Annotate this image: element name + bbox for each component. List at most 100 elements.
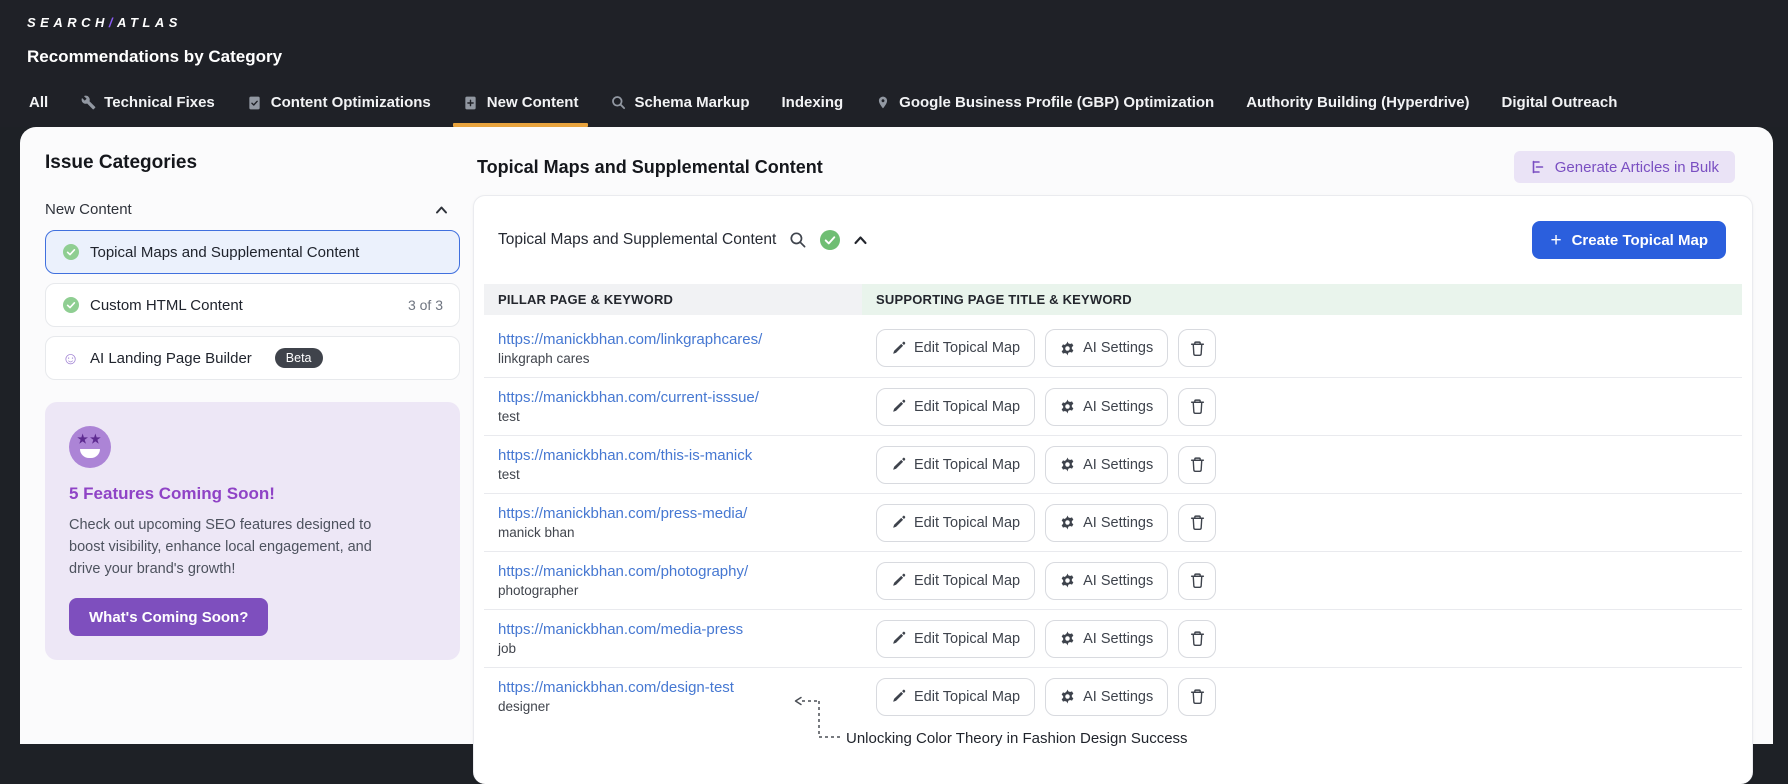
trash-icon <box>1189 514 1206 531</box>
pencil-icon <box>891 631 906 646</box>
sidebar-title: Issue Categories <box>45 152 460 174</box>
content-panel: Issue Categories New Content Topical Map… <box>20 127 1773 744</box>
location-pin-icon <box>875 95 891 111</box>
edit-topical-map-button[interactable]: Edit Topical Map <box>876 388 1035 426</box>
whats-coming-soon-button[interactable]: What's Coming Soon? <box>69 598 268 636</box>
list-tree-icon <box>1530 159 1546 175</box>
sidebar-items: Topical Maps and Supplemental Content Cu… <box>45 230 460 380</box>
table-row: https://manickbhan.com/photography/ phot… <box>484 551 1742 609</box>
sidebar-item-ai-landing-page-builder[interactable]: ☺ AI Landing Page Builder Beta <box>45 336 460 380</box>
tab-all[interactable]: All <box>27 94 50 127</box>
sidebar-item-topical-maps-and-supplemental-content[interactable]: Topical Maps and Supplemental Content <box>45 230 460 274</box>
table-row: https://manickbhan.com/linkgraphcares/ l… <box>484 319 1742 377</box>
pillar-page-link[interactable]: https://manickbhan.com/this-is-manick <box>498 447 862 464</box>
delete-button[interactable] <box>1178 504 1216 542</box>
pillar-page-link[interactable]: https://manickbhan.com/photography/ <box>498 563 862 580</box>
delete-button[interactable] <box>1178 446 1216 484</box>
pencil-icon <box>891 341 906 356</box>
ai-settings-button[interactable]: AI Settings <box>1045 388 1168 426</box>
chevron-up-icon[interactable] <box>435 204 448 216</box>
column-header-pillar: PILLAR PAGE & KEYWORD <box>484 284 862 315</box>
pencil-icon <box>891 573 906 588</box>
ai-settings-button[interactable]: AI Settings <box>1045 620 1168 658</box>
tab-technical-fixes[interactable]: Technical Fixes <box>78 94 217 127</box>
check-circle-badge <box>820 230 840 250</box>
top-bar: SEARCH/ATLAS Recommendations by Category… <box>0 0 1788 127</box>
star-eyes-smiley-icon: ★★ <box>69 426 111 468</box>
tab-authority-building-hyperdrive[interactable]: Authority Building (Hyperdrive) <box>1244 94 1471 127</box>
pillar-page-link[interactable]: https://manickbhan.com/current-isssue/ <box>498 389 862 406</box>
gear-icon <box>1060 573 1075 588</box>
pillar-page-link[interactable]: https://manickbhan.com/press-media/ <box>498 505 862 522</box>
supporting-page-annotation: Unlocking Color Theory in Fashion Design… <box>484 725 1742 771</box>
trash-icon <box>1189 398 1206 415</box>
trash-icon <box>1189 456 1206 473</box>
pillar-page-link[interactable]: https://manickbhan.com/linkgraphcares/ <box>498 331 862 348</box>
table-row: https://manickbhan.com/media-press job E… <box>484 609 1742 667</box>
check-circle-icon <box>62 244 79 261</box>
edit-topical-map-button[interactable]: Edit Topical Map <box>876 446 1035 484</box>
edit-topical-map-button[interactable]: Edit Topical Map <box>876 504 1035 542</box>
coming-soon-promo-card: ★★ 5 Features Coming Soon! Check out upc… <box>45 402 460 660</box>
issue-categories-sidebar: Issue Categories New Content Topical Map… <box>45 152 460 660</box>
topical-maps-card: Topical Maps and Supplemental Content + … <box>473 195 1753 784</box>
section-title: Topical Maps and Supplemental Content <box>477 157 823 178</box>
column-header-supporting: SUPPORTING PAGE TITLE & KEYWORD <box>862 284 1742 315</box>
tab-schema-markup[interactable]: Schema Markup <box>608 94 751 127</box>
delete-button[interactable] <box>1178 562 1216 600</box>
pencil-icon <box>891 457 906 472</box>
search-icon[interactable] <box>789 231 807 249</box>
page-title: Recommendations by Category <box>27 47 282 67</box>
table-row: https://manickbhan.com/current-isssue/ t… <box>484 377 1742 435</box>
create-topical-map-button[interactable]: + Create Topical Map <box>1532 221 1726 259</box>
gear-icon <box>1060 457 1075 472</box>
pillar-keyword: test <box>498 467 862 482</box>
ai-settings-button[interactable]: AI Settings <box>1045 562 1168 600</box>
edit-topical-map-button[interactable]: Edit Topical Map <box>876 620 1035 658</box>
tab-new-content[interactable]: New Content <box>461 94 581 127</box>
tab-google-business-profile-gbp-optimization[interactable]: Google Business Profile (GBP) Optimizati… <box>873 94 1216 127</box>
edit-topical-map-button[interactable]: Edit Topical Map <box>876 329 1035 367</box>
table-row: https://manickbhan.com/this-is-manick te… <box>484 435 1742 493</box>
plus-icon: + <box>1550 231 1561 250</box>
supporting-page-title: Unlocking Color Theory in Fashion Design… <box>846 730 1188 747</box>
sidebar-item-custom-html-content[interactable]: Custom HTML Content 3 of 3 <box>45 283 460 327</box>
promo-title: 5 Features Coming Soon! <box>69 484 436 504</box>
pillar-keyword: linkgraph cares <box>498 351 862 366</box>
tab-indexing[interactable]: Indexing <box>780 94 846 127</box>
delete-button[interactable] <box>1178 388 1216 426</box>
item-count: 3 of 3 <box>408 297 443 313</box>
gear-icon <box>1060 689 1075 704</box>
delete-button[interactable] <box>1178 678 1216 716</box>
delete-button[interactable] <box>1178 620 1216 658</box>
main-content: Topical Maps and Supplemental Content Ge… <box>473 151 1753 744</box>
trash-icon <box>1189 340 1206 357</box>
gear-icon <box>1060 631 1075 646</box>
trash-icon <box>1189 630 1206 647</box>
pillar-page-link[interactable]: https://manickbhan.com/media-press <box>498 621 862 638</box>
tab-content-optimizations[interactable]: Content Optimizations <box>245 94 433 127</box>
table-row: https://manickbhan.com/press-media/ mani… <box>484 493 1742 551</box>
edit-topical-map-button[interactable]: Edit Topical Map <box>876 562 1035 600</box>
ai-settings-button[interactable]: AI Settings <box>1045 446 1168 484</box>
search-atlas-logo: SEARCH/ATLAS <box>27 15 182 30</box>
sidebar-section-new-content[interactable]: New Content <box>45 201 460 218</box>
ai-settings-button[interactable]: AI Settings <box>1045 504 1168 542</box>
pillar-keyword: job <box>498 641 862 656</box>
delete-button[interactable] <box>1178 329 1216 367</box>
ai-settings-button[interactable]: AI Settings <box>1045 678 1168 716</box>
gear-icon <box>1060 399 1075 414</box>
wrench-icon <box>80 95 96 111</box>
smiley-icon: ☺ <box>62 350 79 367</box>
pencil-icon <box>891 515 906 530</box>
edit-topical-map-button[interactable]: Edit Topical Map <box>876 678 1035 716</box>
promo-body: Check out upcoming SEO features designed… <box>69 514 404 580</box>
section-label: New Content <box>45 201 132 218</box>
ai-settings-button[interactable]: AI Settings <box>1045 329 1168 367</box>
generate-articles-in-bulk-button[interactable]: Generate Articles in Bulk <box>1514 151 1735 183</box>
collapse-chevron-up-icon[interactable] <box>853 234 868 247</box>
tab-digital-outreach[interactable]: Digital Outreach <box>1500 94 1620 127</box>
pencil-icon <box>891 689 906 704</box>
gear-icon <box>1060 515 1075 530</box>
pillar-keyword: photographer <box>498 583 862 598</box>
